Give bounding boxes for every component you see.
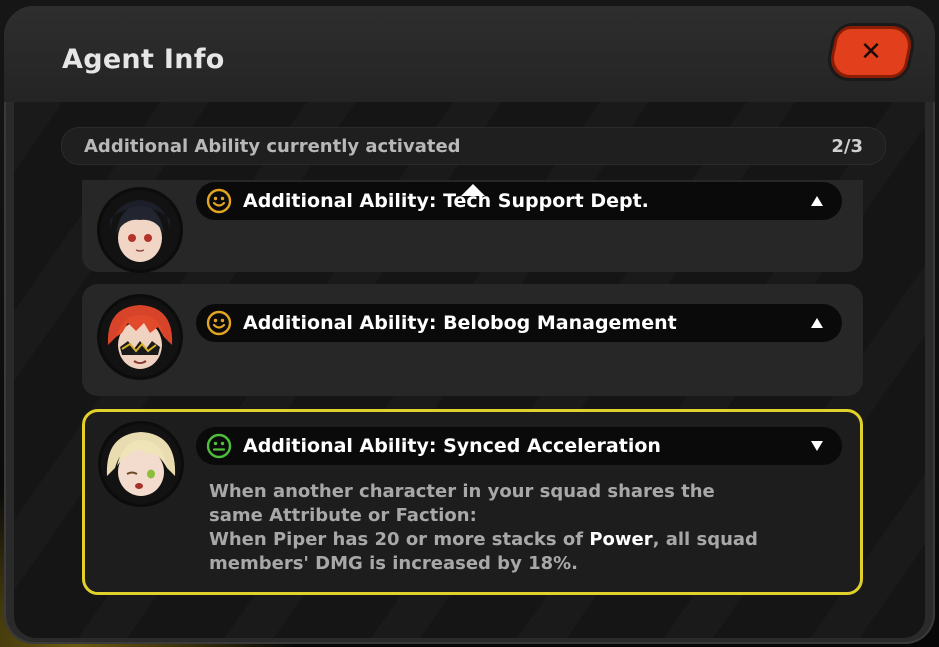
close-icon: ✕ xyxy=(860,37,882,67)
description-line: When another character in your squad sha… xyxy=(209,481,715,502)
agent-avatar xyxy=(100,190,180,270)
ability-list[interactable]: Additional Ability: Tech Support Dept. A… xyxy=(72,180,872,610)
ability-card-belobog: Additional Ability: Belobog Management xyxy=(82,284,863,396)
keyword-power: Power xyxy=(589,529,653,550)
caret-down-icon xyxy=(811,441,823,451)
agent-avatar xyxy=(101,424,181,504)
close-button[interactable]: ✕ xyxy=(826,26,916,78)
description-text: , all squad xyxy=(652,529,758,550)
ability-name: Additional Ability: Synced Acceleration xyxy=(243,435,661,457)
ability-name: Additional Ability: Tech Support Dept. xyxy=(243,190,649,212)
description-line: same Attribute or Faction: xyxy=(209,505,477,526)
description-text: When Piper has 20 or more stacks of xyxy=(209,529,590,550)
ability-description: When another character in your squad sha… xyxy=(209,480,829,576)
description-line: When Piper has 20 or more stacks of Powe… xyxy=(209,528,829,552)
ability-card-synced-acceleration: Additional Ability: Synced Acceleration … xyxy=(82,409,863,595)
ability-name: Additional Ability: Belobog Management xyxy=(243,312,677,334)
activation-count: 2/3 xyxy=(831,136,863,157)
agent-avatar xyxy=(100,297,180,377)
scroll-up-indicator-icon[interactable] xyxy=(461,184,485,196)
caret-up-icon xyxy=(811,196,823,206)
smile-icon xyxy=(206,310,232,336)
description-line: members' DMG is increased by 18%. xyxy=(209,553,578,574)
ability-header-belobog[interactable]: Additional Ability: Belobog Management xyxy=(196,304,842,342)
neutral-face-icon xyxy=(206,433,232,459)
ability-header-synced-acceleration[interactable]: Additional Ability: Synced Acceleration xyxy=(196,427,842,465)
activation-status-label: Additional Ability currently activated xyxy=(84,136,461,157)
caret-up-icon xyxy=(811,318,823,328)
activation-status-bar: Additional Ability currently activated 2… xyxy=(61,127,886,165)
dialog-title: Agent Info xyxy=(62,44,225,75)
smile-icon xyxy=(206,188,232,214)
ability-header-tech-support[interactable]: Additional Ability: Tech Support Dept. xyxy=(196,182,842,220)
